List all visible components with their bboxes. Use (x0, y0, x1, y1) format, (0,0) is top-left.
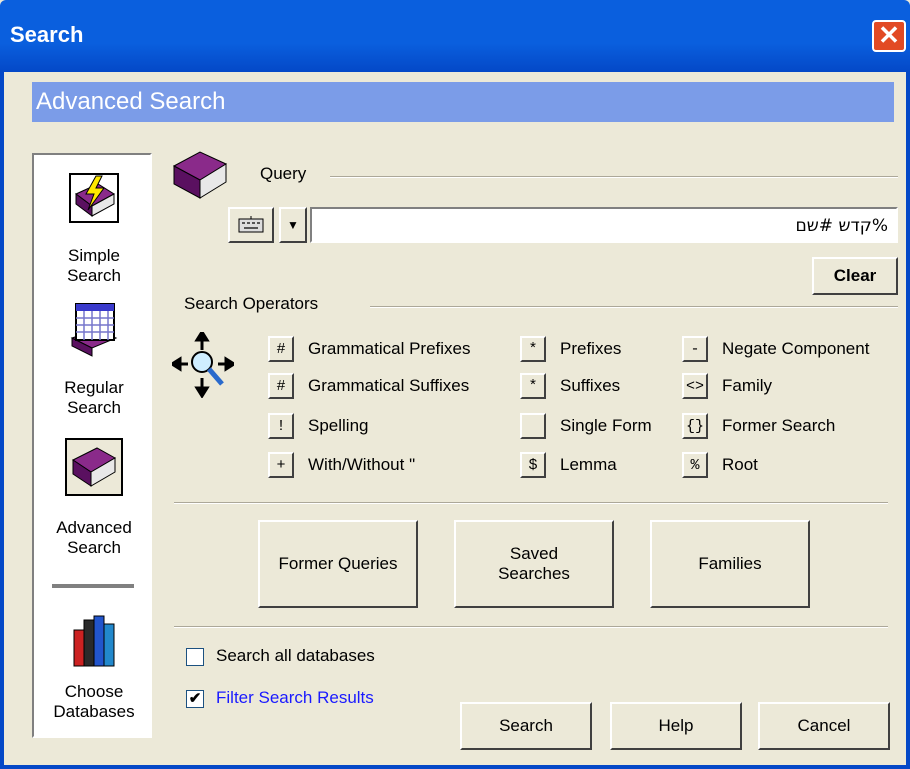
sidebar-item-label: Databases (53, 702, 135, 721)
filter-search-results-checkbox[interactable]: ✔ (186, 690, 204, 708)
former-queries-button[interactable]: Former Queries (258, 520, 418, 608)
help-button[interactable]: Help (610, 702, 742, 750)
operator-button[interactable]: {} (682, 413, 708, 439)
search-all-databases-label: Search all databases (216, 646, 375, 665)
operator-button[interactable]: # (268, 373, 294, 399)
operator-button[interactable]: # (268, 336, 294, 362)
sidebar-item-label: Advanced (56, 518, 132, 537)
title-bar[interactable] (0, 0, 910, 72)
sidebar-item-advanced-search[interactable]: Advanced Search (34, 438, 154, 558)
sidebar-item-label: Search (67, 538, 121, 557)
section-header-title: Advanced Search (36, 88, 226, 115)
actions-bottom-divider (174, 626, 888, 628)
operator-label: Root (722, 455, 758, 474)
operators-bottom-divider (174, 502, 888, 504)
operator-button[interactable]: + (268, 452, 294, 478)
query-label: Query (260, 164, 307, 183)
sidebar-item-label: Simple (68, 246, 120, 265)
operator-label: Single Form (560, 416, 652, 435)
families-label: Families (698, 554, 762, 573)
query-history-dropdown[interactable]: ▼ (279, 207, 307, 243)
operators-label: Search Operators (184, 294, 319, 313)
clear-button[interactable]: Clear (812, 257, 898, 295)
saved-searches-label-line1: Saved (509, 544, 559, 563)
operator-button[interactable]: * (520, 336, 546, 362)
saved-searches-label-line2: Searches (498, 564, 570, 583)
operators-divider (370, 306, 898, 308)
search-button[interactable]: Search (460, 702, 592, 750)
operator-label: Grammatical Suffixes (308, 376, 470, 395)
window-frame-right (906, 72, 910, 769)
keyboard-button[interactable] (228, 207, 274, 243)
window-frame-bottom (0, 765, 910, 769)
operator-label: Spelling (308, 416, 369, 435)
help-button-label: Help (658, 716, 694, 735)
query-divider (330, 176, 898, 178)
cancel-button-label: Cancel (797, 716, 851, 735)
operator-button[interactable]: $ (520, 452, 546, 478)
query-input[interactable]: %קדש #שם (310, 207, 898, 243)
window-title: Search (10, 22, 84, 47)
operator-button[interactable] (520, 413, 546, 439)
grid-book-icon (68, 302, 120, 357)
search-button-label: Search (499, 716, 553, 735)
operator-label: Prefixes (560, 339, 622, 358)
clear-button-label: Clear (833, 266, 877, 285)
chevron-down-icon: ▼ (287, 218, 299, 232)
lightning-book-icon (68, 172, 120, 224)
books-icon (68, 612, 120, 667)
sidebar-item-regular-search[interactable]: Regular Search (34, 302, 154, 418)
keyboard-icon (238, 216, 264, 233)
sidebar-item-label: Regular (64, 378, 124, 397)
operator-label: Lemma (560, 455, 617, 474)
sidebar-divider (52, 584, 134, 588)
operator-label: Grammatical Prefixes (308, 339, 471, 358)
operator-button[interactable]: <> (682, 373, 708, 399)
operator-label: Family (722, 376, 773, 395)
sidebar-item-choose-databases[interactable]: Choose Databases (34, 612, 154, 722)
close-button[interactable]: ✕ (872, 20, 906, 52)
operator-button[interactable]: ! (268, 413, 294, 439)
cancel-button[interactable]: Cancel (758, 702, 890, 750)
saved-searches-button[interactable]: Saved Searches (454, 520, 614, 608)
window-frame-left (0, 72, 4, 769)
sidebar-item-simple-search[interactable]: Simple Search (34, 172, 154, 286)
filter-search-results-label[interactable]: Filter Search Results (216, 688, 374, 708)
magnifier-arrows-icon (169, 329, 237, 403)
sidebar-item-label: Search (67, 266, 121, 285)
operator-label: Negate Component (722, 339, 870, 358)
book-icon (170, 148, 230, 209)
operator-label: With/Without " (308, 455, 416, 474)
search-all-databases-checkbox[interactable] (186, 648, 204, 666)
sidebar-item-label: Choose (64, 682, 124, 701)
former-queries-label: Former Queries (278, 554, 398, 573)
operator-label: Former Search (722, 416, 836, 435)
book-icon (65, 438, 123, 496)
families-button[interactable]: Families (650, 520, 810, 608)
operator-button[interactable]: % (682, 452, 708, 478)
operator-label: Suffixes (560, 376, 621, 395)
operator-button[interactable]: * (520, 373, 546, 399)
sidebar-item-label: Search (67, 398, 121, 417)
operator-button[interactable]: - (682, 336, 708, 362)
